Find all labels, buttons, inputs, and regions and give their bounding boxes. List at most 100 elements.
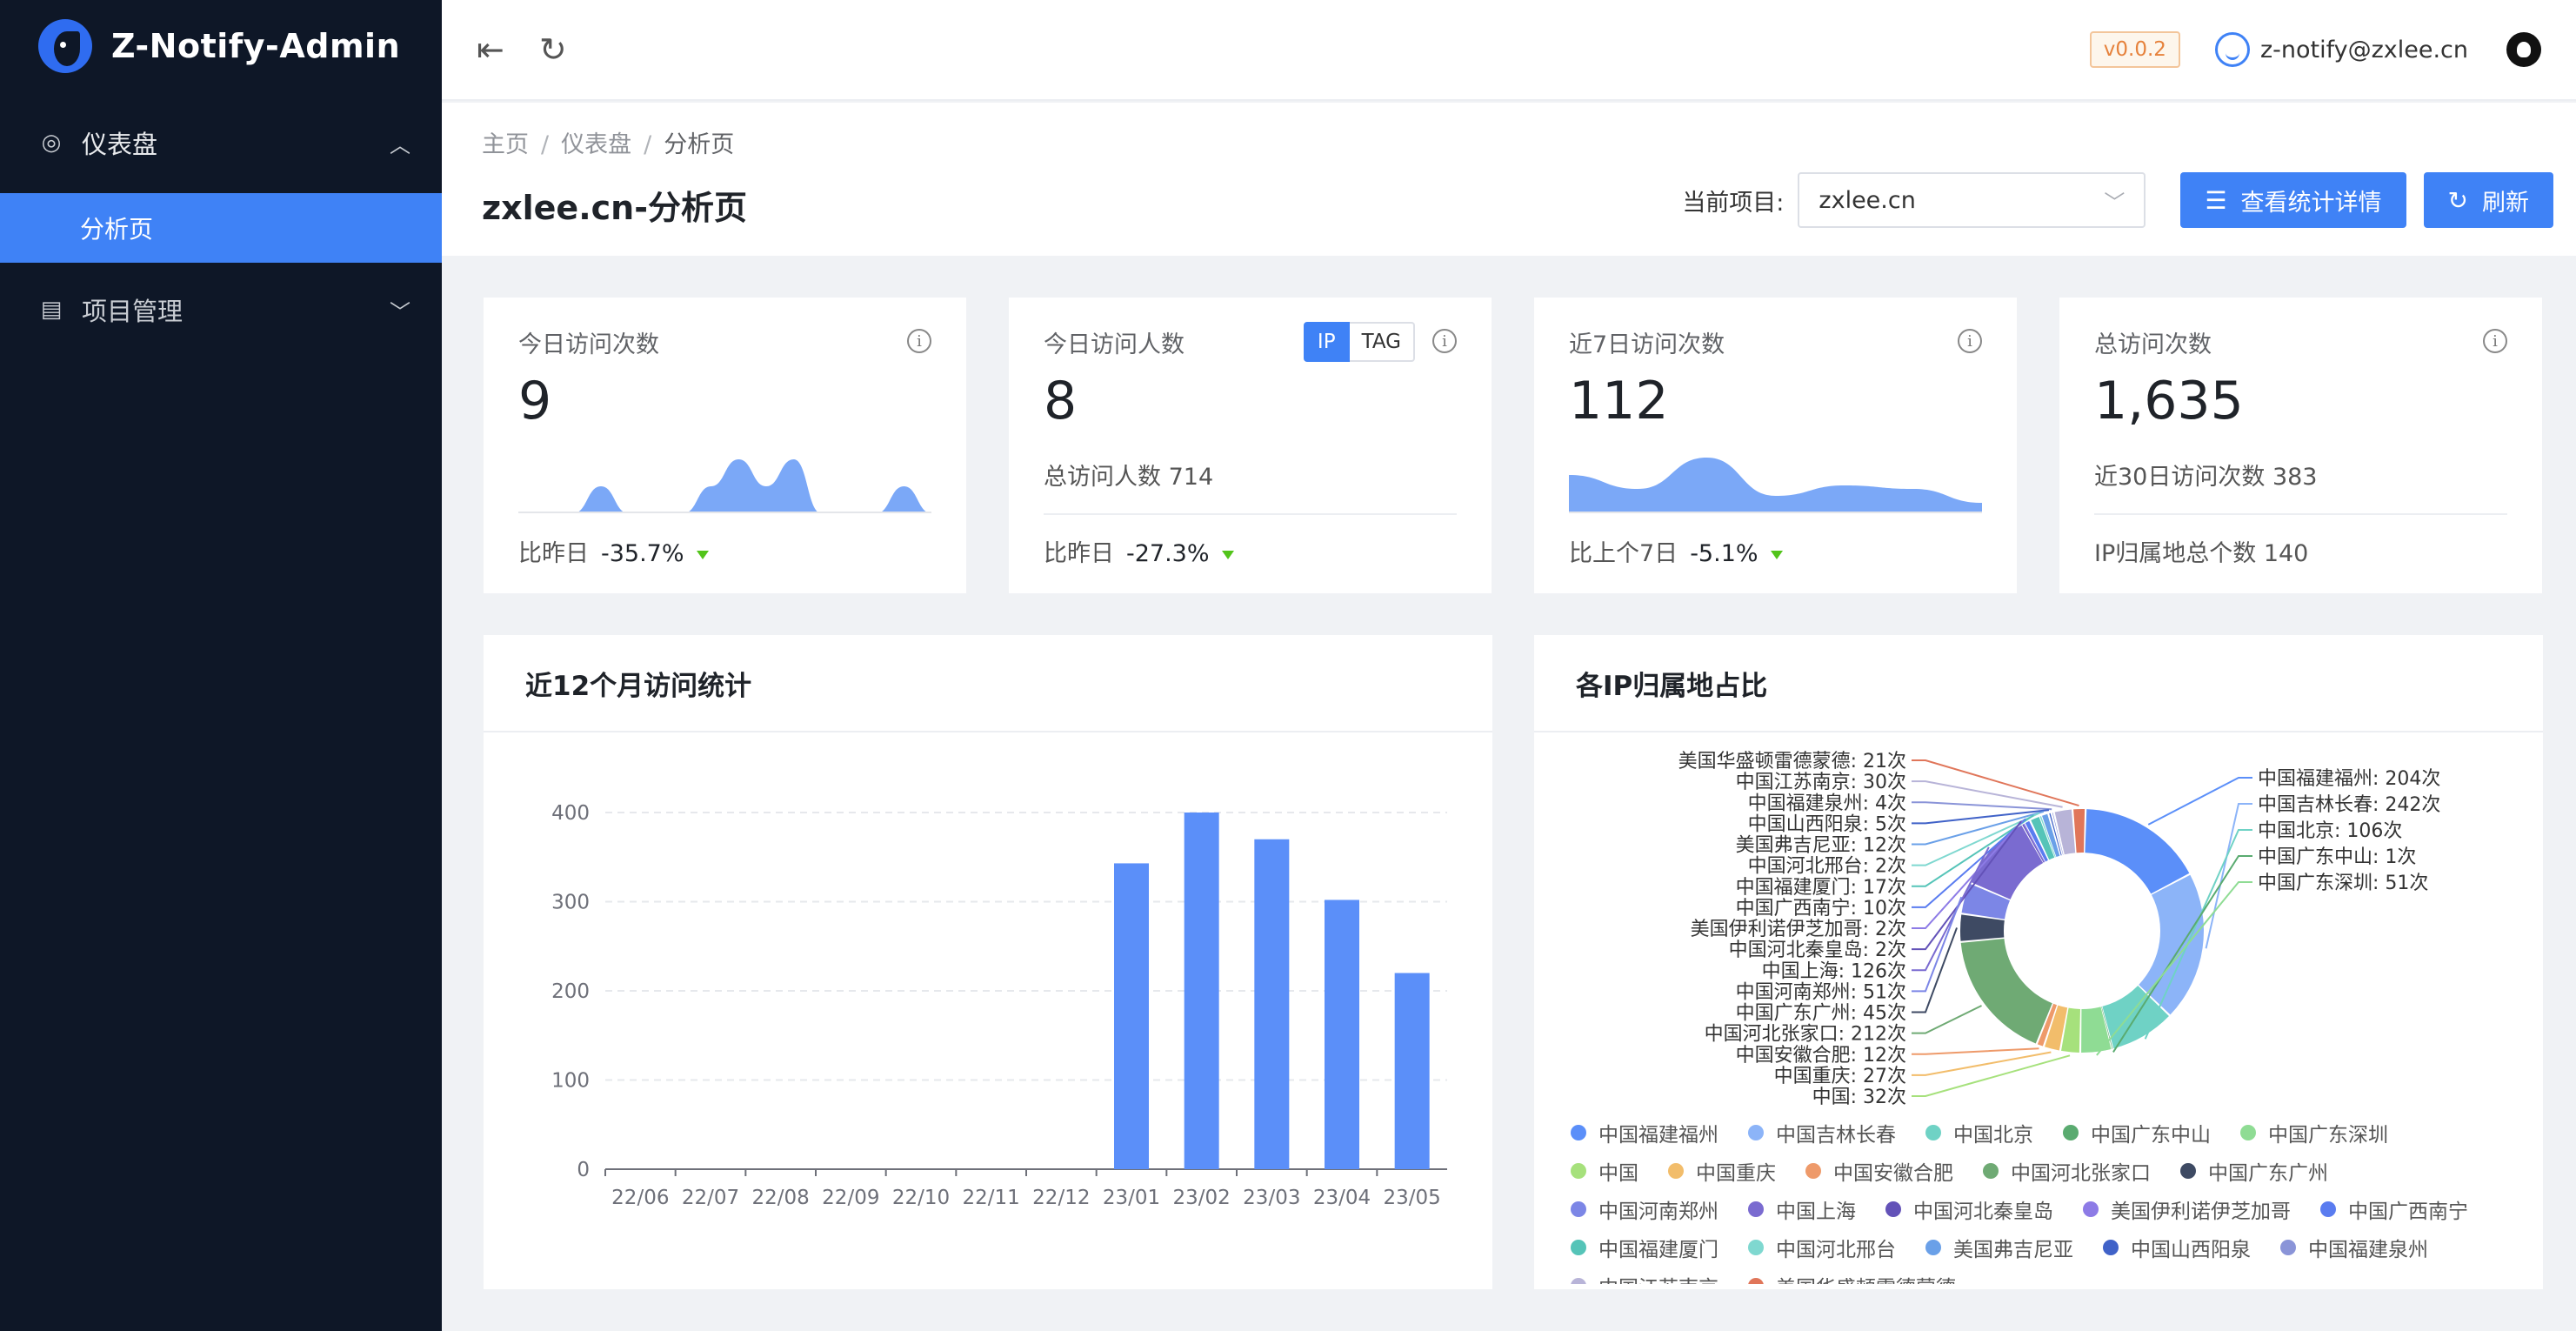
legend-dot-icon: [1925, 1125, 1941, 1140]
toggle-ip[interactable]: IP: [1303, 322, 1350, 362]
legend-item[interactable]: 中国北京: [1925, 1114, 2033, 1152]
sidebar-item-dashboard[interactable]: ◎ 仪表盘 ︿: [0, 92, 442, 193]
breadcrumb-current: 分析页: [664, 131, 735, 158]
legend-item[interactable]: 中国广西南宁: [2320, 1190, 2468, 1228]
pie-slice-label: 中国: 32次: [1812, 1087, 1906, 1108]
x-tick-label: 23/03: [1243, 1187, 1300, 1209]
legend-dot-icon: [1571, 1278, 1586, 1284]
legend-label: 中国广东深圳: [2268, 1124, 2388, 1147]
x-tick-label: 22/06: [611, 1187, 669, 1209]
legend-item[interactable]: 中国山西阳泉: [2103, 1228, 2251, 1267]
collapse-menu-icon[interactable]: ⇤: [477, 30, 504, 69]
legend-item[interactable]: 中国安徽合肥: [1805, 1152, 1953, 1190]
chart-legend: 中国福建福州 中国吉林长春 中国北京 中国广东中山 中国广东深圳中国 中国重庆 中国安徽合肥…: [1571, 1114, 2510, 1284]
legend-item[interactable]: 中国吉林长春: [1748, 1114, 1896, 1152]
pie-slice-label: 中国山西阳泉: 5次: [1748, 813, 1906, 835]
legend-label: 中国山西阳泉: [2131, 1239, 2251, 1261]
legend-item[interactable]: 美国弗吉尼亚: [1925, 1228, 2073, 1267]
legend-label: 中国: [1598, 1162, 1638, 1185]
project-toolbar: 当前项目: zxlee.cn ﹀ ☰ 查看统计详情 ↻ 刷新: [1682, 172, 2553, 228]
legend-label: 中国吉林长春: [1776, 1124, 1896, 1147]
legend-item[interactable]: 中国上海: [1748, 1190, 1856, 1228]
legend-label: 中国河南郑州: [1598, 1201, 1718, 1223]
stat-footer: IP归属地总个数 140: [2094, 540, 2309, 567]
legend-dot-icon: [1748, 1125, 1764, 1140]
view-details-button[interactable]: ☰ 查看统计详情: [2180, 172, 2406, 228]
pie-slice: [2139, 874, 2204, 1015]
sidebar-item-analysis[interactable]: 分析页: [0, 193, 442, 263]
legend-item[interactable]: 中国广东中山: [2063, 1114, 2211, 1152]
legend-item[interactable]: 中国广东深圳: [2240, 1114, 2388, 1152]
pie-slice: [1960, 938, 2052, 1044]
legend-item[interactable]: 中国广东广州: [2180, 1152, 2328, 1190]
breadcrumb-dashboard[interactable]: 仪表盘: [561, 131, 631, 158]
pie-slice-label: 美国伊利诺伊芝加哥: 2次: [1691, 919, 1906, 940]
legend-label: 中国安徽合肥: [1833, 1162, 1953, 1185]
legend-item[interactable]: 中国福建福州: [1571, 1114, 1718, 1152]
info-icon[interactable]: i: [1958, 329, 1982, 353]
stat-value: 112: [1569, 371, 1669, 431]
pie-slice-label: 中国福建厦门: 17次: [1736, 877, 1906, 899]
legend-item[interactable]: 美国华盛顿雷德蒙德: [1748, 1267, 1956, 1284]
pie-slice-label: 中国福建泉州: 4次: [1748, 793, 1906, 814]
trend-down-icon: [696, 550, 709, 559]
legend-label: 中国重庆: [1696, 1162, 1776, 1185]
legend-item[interactable]: 中国江苏南京: [1571, 1267, 1718, 1284]
stat-footer: 比昨日 -27.3%: [1044, 534, 1234, 568]
legend-dot-icon: [1748, 1201, 1764, 1217]
app-title: Z-Notify-Admin: [111, 27, 401, 65]
divider: [2094, 513, 2507, 515]
stat-value: 1,635: [2094, 371, 2244, 431]
pie-label-line: [1912, 1051, 2052, 1076]
legend-item[interactable]: 美国伊利诺伊芝加哥: [2083, 1190, 2291, 1228]
legend-label: 中国北京: [1953, 1124, 2033, 1147]
app-logo[interactable]: Z-Notify-Admin: [0, 0, 442, 92]
info-icon[interactable]: i: [1432, 329, 1457, 353]
stat-footer-label: 比上个7日: [1569, 540, 1678, 567]
project-select[interactable]: zxlee.cn ﹀: [1798, 172, 2146, 228]
user-menu[interactable]: z-notify@zxlee.cn: [2214, 32, 2468, 67]
legend-item[interactable]: 中国河南郑州: [1571, 1190, 1718, 1228]
stat-title: 近7日访问次数: [1569, 331, 1725, 358]
github-icon[interactable]: [2506, 32, 2541, 67]
x-tick-label: 23/01: [1103, 1187, 1160, 1209]
stat-title: 今日访问次数: [518, 331, 659, 358]
legend-label: 中国河北秦皇岛: [1913, 1201, 2053, 1223]
legend-item[interactable]: 中国福建厦门: [1571, 1228, 1718, 1267]
legend-dot-icon: [2280, 1240, 2296, 1255]
toggle-tag[interactable]: TAG: [1349, 322, 1415, 362]
legend-dot-icon: [1925, 1240, 1941, 1255]
x-tick-label: 22/12: [1032, 1187, 1090, 1209]
sidebar-item-project-management[interactable]: ▤ 项目管理 ﹀: [0, 263, 442, 357]
pie-label-line: [1912, 1005, 1982, 1034]
pie-slice: [2054, 809, 2076, 855]
bar-23-03: [1254, 839, 1290, 1169]
pie-slice-label: 中国河北张家口: 212次: [1705, 1024, 1906, 1046]
legend-item[interactable]: 中国河北秦皇岛: [1885, 1190, 2053, 1228]
top-header: ⇤ ↻ v0.0.2 z-notify@zxlee.cn: [442, 0, 2576, 101]
dashboard-icon: ◎: [41, 130, 62, 156]
x-tick-label: 22/11: [963, 1187, 1020, 1209]
info-icon[interactable]: i: [2483, 329, 2507, 353]
breadcrumb-home[interactable]: 主页: [482, 131, 529, 158]
pie-slice-label: 中国上海: 126次: [1762, 960, 1906, 982]
panel-title: 近12个月访问统计: [484, 635, 1492, 732]
refresh-icon[interactable]: ↻: [539, 30, 567, 69]
legend-item[interactable]: 中国: [1571, 1152, 1638, 1190]
stat-subtext: 近30日访问次数 383: [2094, 464, 2318, 491]
legend-label: 中国上海: [1776, 1201, 1856, 1223]
info-icon[interactable]: i: [907, 329, 931, 353]
legend-item[interactable]: 中国福建泉州: [2280, 1228, 2428, 1267]
pie-slice-label: 中国河南郑州: 51次: [1736, 981, 1906, 1003]
monthly-visits-panel: 近12个月访问统计 0 100 200 300 400 22/06 22/07 22/08 22…: [484, 635, 1492, 1289]
legend-item[interactable]: 中国重庆: [1668, 1152, 1776, 1190]
refresh-button[interactable]: ↻ 刷新: [2423, 172, 2553, 228]
pie-slice-label: 中国河北秦皇岛: 2次: [1729, 940, 1906, 961]
legend-item[interactable]: 中国河北邢台: [1748, 1228, 1896, 1267]
x-tick-label: 22/08: [752, 1187, 810, 1209]
legend-dot-icon: [1885, 1201, 1901, 1217]
list-icon: ▤: [40, 297, 63, 323]
sidebar-item-label: 仪表盘: [82, 130, 158, 159]
legend-item[interactable]: 中国河北张家口: [1983, 1152, 2151, 1190]
refresh-label: 刷新: [2482, 189, 2529, 217]
